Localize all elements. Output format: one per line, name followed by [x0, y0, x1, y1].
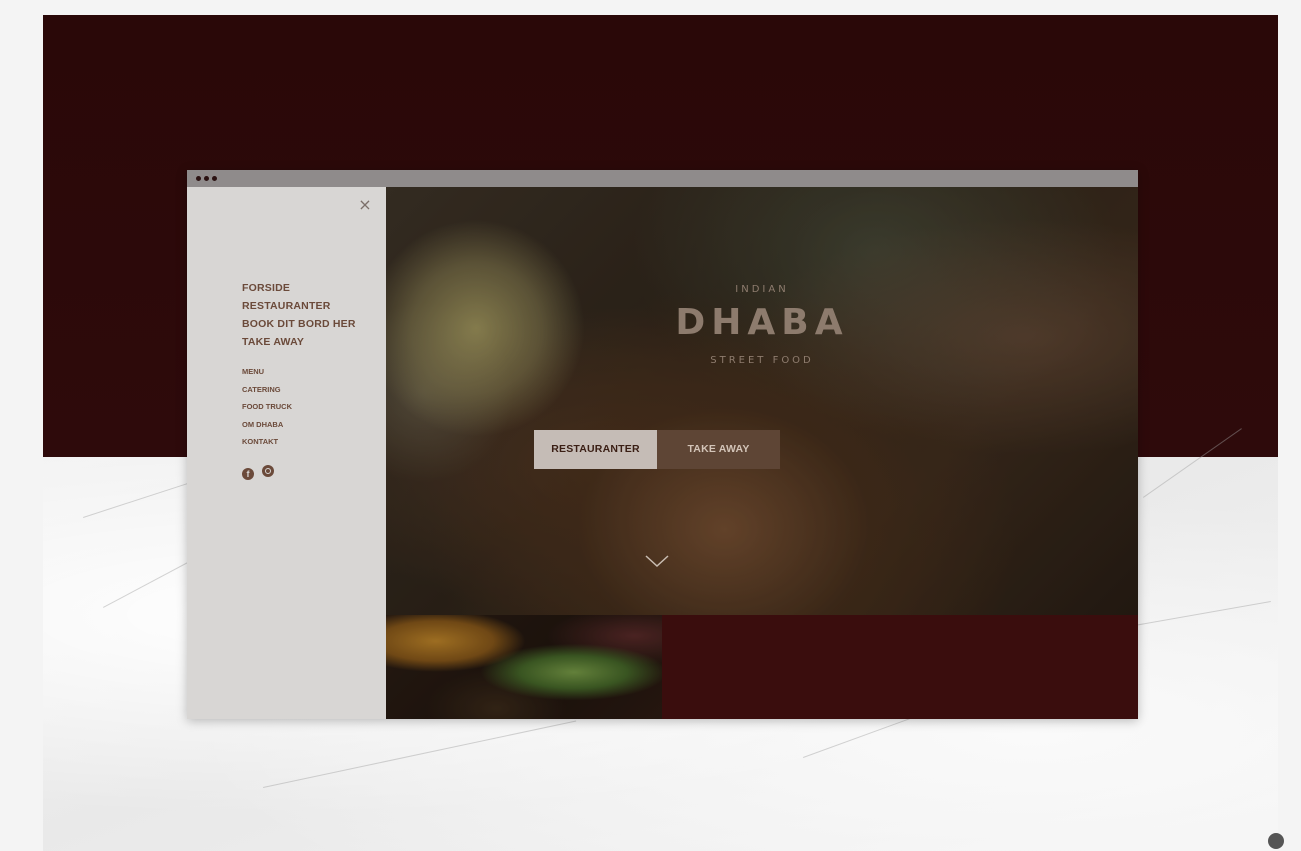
- nav-item-restauranter[interactable]: RESTAURANTER: [242, 297, 356, 315]
- nav-item-catering[interactable]: CATERING: [242, 381, 292, 399]
- window-dot-icon: [196, 176, 201, 181]
- facebook-icon[interactable]: f: [242, 468, 254, 480]
- maroon-panel: [662, 615, 1138, 719]
- nav-item-om-dhaba[interactable]: OM DHABA: [242, 416, 292, 434]
- nav-item-food-truck[interactable]: FOOD TRUCK: [242, 398, 292, 416]
- nav-item-book-bord[interactable]: BOOK DIT BORD HER: [242, 315, 356, 333]
- close-icon[interactable]: ×: [357, 197, 373, 213]
- food-thumbnail: [386, 615, 662, 719]
- nav-item-take-away[interactable]: TAKE AWAY: [242, 333, 356, 351]
- browser-mockup: × FORSIDE RESTAURANTER BOOK DIT BORD HER…: [187, 170, 1138, 719]
- logo-tagline-bottom: STREET FOOD: [710, 355, 814, 366]
- window-dot-icon: [204, 176, 209, 181]
- window-dot-icon: [212, 176, 217, 181]
- nav-item-menu[interactable]: MENU: [242, 363, 292, 381]
- restauranter-button[interactable]: RESTAURANTER: [534, 430, 657, 469]
- sidebar-menu: × FORSIDE RESTAURANTER BOOK DIT BORD HER…: [187, 187, 386, 719]
- logo-wordmark: DHABA: [675, 302, 849, 343]
- hero-banner: INDIAN DHABA STREET FOOD RESTAURANTER TA…: [386, 187, 1138, 615]
- take-away-button[interactable]: TAKE AWAY: [657, 430, 780, 469]
- social-links: f: [242, 464, 278, 482]
- help-badge-icon[interactable]: [1268, 833, 1284, 849]
- logo-tagline-top: INDIAN: [735, 284, 789, 295]
- instagram-icon[interactable]: [262, 465, 275, 477]
- chevron-down-icon[interactable]: [644, 552, 670, 570]
- nav-item-forside[interactable]: FORSIDE: [242, 279, 356, 297]
- secondary-nav: MENU CATERING FOOD TRUCK OM DHABA KONTAK…: [242, 363, 292, 451]
- main-nav: FORSIDE RESTAURANTER BOOK DIT BORD HER T…: [242, 279, 356, 351]
- browser-titlebar: [187, 170, 1138, 187]
- nav-item-kontakt[interactable]: KONTAKT: [242, 433, 292, 451]
